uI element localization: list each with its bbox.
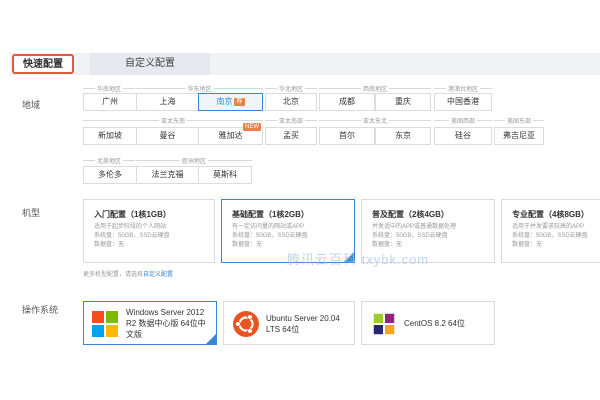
os-name-line: 文版	[126, 330, 142, 339]
region-label-europe: 欧洲地区	[179, 159, 208, 165]
city-shanghai[interactable]: 上海	[136, 93, 199, 111]
tab-quick-config[interactable]: 快速配置	[12, 54, 74, 74]
city-chengdu[interactable]: 成都	[319, 93, 375, 111]
new-badge: NEW	[243, 123, 261, 131]
city-tokyo[interactable]: 东京	[375, 127, 431, 145]
city-guangzhou[interactable]: 广州	[83, 93, 137, 111]
region-label-us-west: 美国西部	[448, 119, 477, 125]
config-tabs: 快速配置 自定义配置	[10, 53, 600, 75]
ubuntu-logo-icon	[233, 311, 259, 337]
city-beijing[interactable]: 北京	[265, 93, 317, 111]
model-section-label: 机型	[22, 208, 41, 218]
config-desc: 适用于并发要求较高的APP	[512, 224, 585, 230]
city-hongkong[interactable]: 中国香港	[434, 93, 492, 111]
city-silicon-valley[interactable]: 硅谷	[434, 127, 492, 145]
region-label-se-asia: 亚太东南	[158, 119, 187, 125]
config-card-pro[interactable]: 专业配置（4核8GB） 适用于并发要求较高的APP 系统盘：50GB，SSD云硬…	[501, 199, 600, 263]
tab-custom-config[interactable]: 自定义配置	[90, 53, 210, 75]
config-system-disk: 系统盘：50GB，SSD云硬盘	[94, 233, 170, 239]
config-data-disk: 数据盘：无	[512, 242, 543, 248]
city-seoul[interactable]: 首尔	[319, 127, 375, 145]
os-section-label: 操作系统	[22, 305, 59, 315]
region-label-southwest: 西南地区	[360, 87, 389, 93]
os-card-windows[interactable]: Windows Server 2012 R2 数据中心版 64位中 文版	[83, 301, 217, 345]
region-label-north-china: 华北地区	[276, 87, 305, 93]
more-config-text: 更多机型配置，请选择	[83, 272, 144, 278]
recommend-badge: 荐	[234, 98, 245, 106]
selected-corner-icon	[206, 334, 216, 344]
windows-logo-icon	[92, 311, 118, 337]
city-frankfurt[interactable]: 法兰克福	[136, 166, 199, 184]
region-label-east-china: 华东地区	[185, 87, 214, 93]
os-name-line: Windows Server 2012	[126, 308, 205, 317]
config-card-starter[interactable]: 入门配置（1核1GB） 适用于起步阶段的个人网站 系统盘：50GB，SSD云硬盘…	[83, 199, 215, 263]
region-label-south-china: 华南地区	[94, 87, 123, 93]
city-chongqing[interactable]: 重庆	[375, 93, 431, 111]
city-moscow[interactable]: 莫斯科	[198, 166, 252, 184]
config-title: 专业配置（4核8GB）	[512, 210, 589, 219]
os-card-centos[interactable]: CentOS 8.2 64位	[361, 301, 495, 345]
config-desc: 适用于起步阶段的个人网站	[94, 224, 167, 230]
region-label-hk-tw: 港澳台地区	[445, 87, 480, 93]
city-bangkok[interactable]: 曼谷	[136, 127, 199, 145]
city-toronto[interactable]: 多伦多	[83, 166, 137, 184]
os-name-line: Ubuntu Server 20.04	[266, 314, 340, 323]
more-config-note: 更多机型配置，请选择自定义配置	[83, 269, 173, 278]
os-name-line: R2 数据中心版 64位中	[126, 319, 206, 328]
config-title: 入门配置（1核1GB）	[94, 210, 171, 219]
city-nanjing[interactable]: 南京荐	[198, 93, 263, 111]
city-virginia[interactable]: 弗吉尼亚	[494, 127, 544, 145]
config-system-disk: 系统盘：50GB，SSD云硬盘	[232, 233, 308, 239]
city-nanjing-label: 南京	[216, 97, 233, 106]
config-desc: 并发适中的APP或普通数据处理	[372, 224, 457, 230]
watermark: 腾讯云百科 txybk.com	[287, 252, 430, 267]
custom-config-link[interactable]: 自定义配置	[143, 272, 173, 278]
city-singapore[interactable]: 新加坡	[83, 127, 137, 145]
config-desc: 有一定访问量的网站或APP	[232, 224, 305, 230]
config-title: 普及配置（2核4GB）	[372, 210, 449, 219]
config-data-disk: 数据盘：无	[94, 242, 125, 248]
config-system-disk: 系统盘：50GB，SSD云硬盘	[512, 233, 588, 239]
region-label-north-america: 北美地区	[94, 159, 123, 165]
region-label-us-east: 美国东部	[504, 119, 533, 125]
config-title: 基础配置（1核2GB）	[232, 210, 309, 219]
region-section-label: 地域	[22, 100, 41, 110]
region-label-ne-asia: 亚太东北	[360, 119, 389, 125]
centos-logo-icon	[372, 312, 396, 336]
os-name-line: CentOS 8.2 64位	[404, 319, 465, 328]
config-system-disk: 系统盘：50GB，SSD云硬盘	[372, 233, 448, 239]
region-label-south-asia: 亚太南部	[276, 119, 305, 125]
city-mumbai[interactable]: 孟买	[265, 127, 317, 145]
os-card-ubuntu[interactable]: Ubuntu Server 20.04 LTS 64位	[223, 301, 355, 345]
os-name-line: LTS 64位	[266, 325, 300, 334]
